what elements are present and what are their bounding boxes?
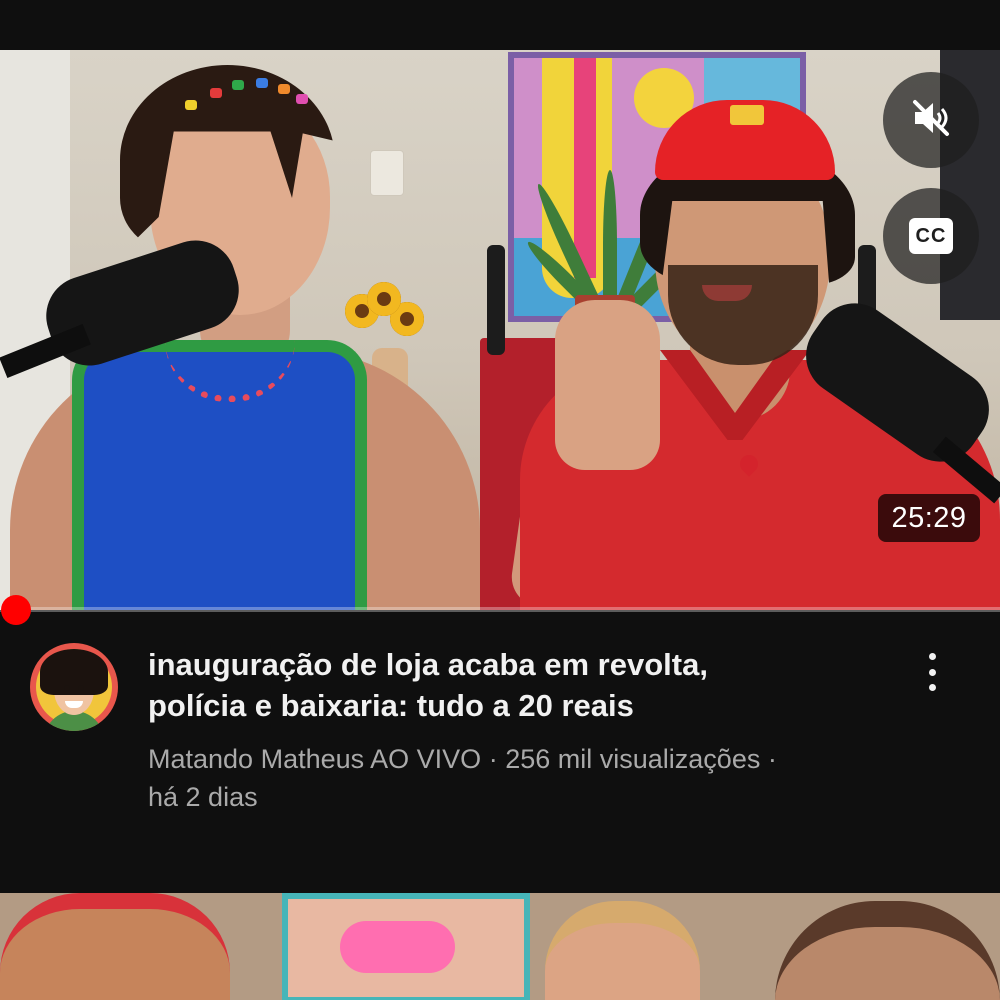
scene-mic-stand-back: [487, 245, 505, 355]
mute-button[interactable]: [883, 72, 979, 168]
scene-plant: [523, 140, 701, 325]
cc-label: CC: [915, 224, 947, 247]
video-metadata: Matando Matheus AO VIVO · 256 mil visual…: [148, 740, 908, 816]
upload-age: há 2 dias: [148, 782, 258, 812]
cap-logo: [730, 105, 764, 125]
thumb-person-2: [545, 901, 700, 1000]
progress-scrubber-handle[interactable]: [1, 595, 31, 625]
thumb-person-1: [0, 893, 230, 1000]
person-right-hand: [555, 300, 660, 470]
volume-muted-icon: [907, 94, 955, 147]
channel-avatar[interactable]: [30, 643, 118, 731]
more-vertical-icon: [928, 653, 936, 660]
status-bar-area: [0, 0, 1000, 50]
more-actions-button[interactable]: [912, 647, 952, 697]
scene-light-switch: [370, 150, 404, 196]
video-title[interactable]: inauguração de loja acaba em revolta, po…: [148, 644, 868, 726]
closed-captions-icon: CC: [909, 218, 953, 254]
thumb-person-3: [775, 901, 1000, 1000]
meta-separator: ·: [488, 744, 498, 774]
channel-name[interactable]: Matando Matheus AO VIVO: [148, 744, 481, 774]
video-title-line-2: polícia e baixaria: tudo a 20 reais: [148, 688, 634, 723]
video-player[interactable]: [0, 50, 1000, 610]
progress-bar[interactable]: [0, 607, 1000, 612]
thumb-pink-bow: [340, 921, 455, 973]
video-title-line-1: inauguração de loja acaba em revolta,: [148, 647, 708, 682]
meta-separator: ·: [767, 744, 777, 774]
captions-button[interactable]: CC: [883, 188, 979, 284]
view-count: 256 mil visualizações: [505, 744, 761, 774]
next-video-thumbnail[interactable]: [0, 893, 1000, 1000]
video-duration-badge: 25:29: [878, 494, 980, 542]
